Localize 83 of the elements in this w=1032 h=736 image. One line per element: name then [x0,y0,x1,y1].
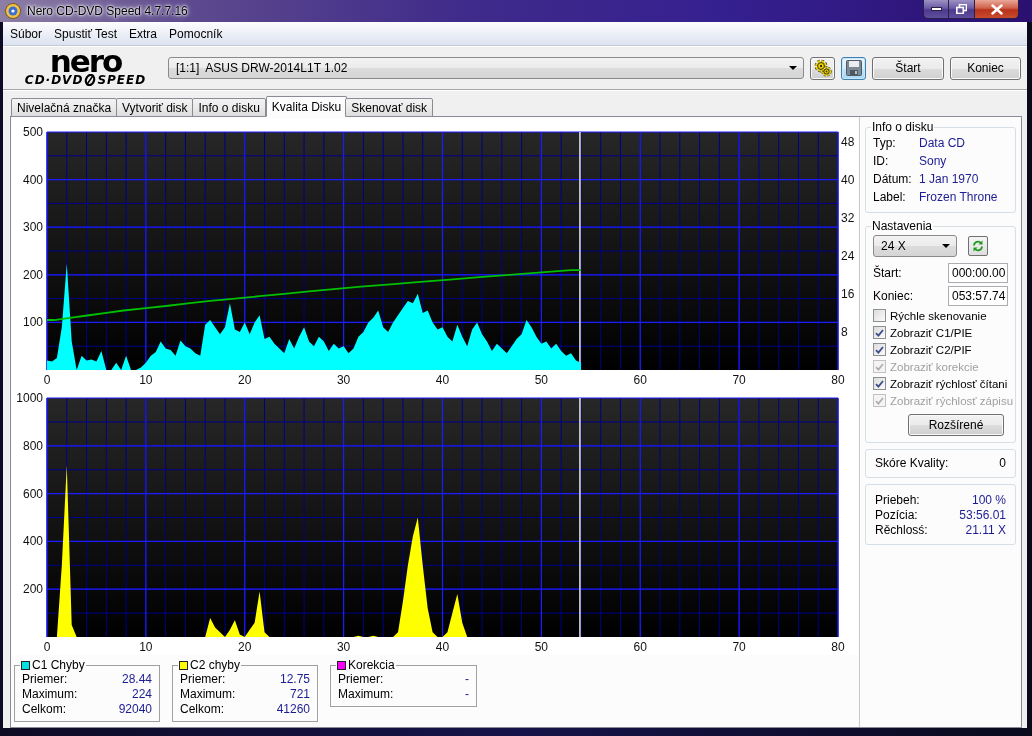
stat-value: 224 [131,687,152,702]
score-label: Skóre Kvality: [875,456,949,471]
axis-label: 70 [732,640,746,654]
progress-value: 100 % [970,493,1006,508]
stat-value: - [465,687,469,702]
checkbox-label: Zobraziť rýchlosť čítani [890,377,1008,390]
axis-label: 400 [22,534,43,549]
axis-label: 24 [841,248,855,263]
progress-value: 21.11 X [964,523,1006,538]
field-label: Koniec: [873,288,914,303]
checkbox-label: Zobraziť korekcie [890,360,979,373]
stat-value: 41260 [276,702,310,717]
axis-label: 80 [831,640,845,654]
axis-label: 20 [238,373,252,387]
progress-value: 53:56.01 [959,508,1006,523]
axis-label: 10 [139,373,153,387]
stat-value: 12.75 [279,672,310,687]
axis-label: 30 [336,373,351,387]
group-title: C2 chyby [190,658,241,672]
info-value: Sony [919,153,948,170]
axis-label: 500 [22,125,43,139]
stat-value: 721 [289,687,310,702]
axis-label: 300 [22,220,43,235]
axis-label: 40 [435,373,450,387]
axis-label: 40 [841,172,855,187]
axis-label: 0 [43,640,51,654]
axis-label: 32 [841,210,855,225]
axis-label: 200 [22,582,43,597]
stat-label: Maximum: [180,687,236,702]
stat-label: Priemer: [22,672,68,687]
axis-label: 60 [633,640,647,654]
axis-label: 1000 [16,391,43,405]
axis-label: 0 [43,373,51,387]
info-label: Dátum: [873,171,913,188]
axis-label: 10 [139,640,153,654]
group-title: Nastavenia [872,219,933,233]
axis-label: 50 [534,373,549,387]
axis-label: 600 [22,486,43,501]
axis-label: 50 [534,640,549,654]
stat-label: Priemer: [338,672,384,687]
axis-label: 20 [238,640,252,654]
axis-label: 8 [841,324,848,339]
axis-label: 16 [841,286,855,301]
stat-value: 92040 [118,702,152,717]
info-label: ID: [873,153,890,170]
logo-text: SPEED [97,72,147,87]
axis-label: 48 [841,134,855,149]
progress-label: Pozícia: [875,508,919,523]
axis-label: 40 [435,640,450,654]
stat-label: Celkom: [22,702,66,717]
checkbox-label: Zobraziť C1/PIE [890,326,973,339]
logo-wordmark: nero [49,49,122,72]
axis-label: 400 [22,172,43,187]
info-value: 1 Jan 1970 [919,171,980,188]
axis-label: 70 [732,373,746,387]
logo-text: CD·DVD [24,72,84,87]
stat-value: - [465,672,469,687]
stat-value: 28.44 [121,672,152,687]
axis-label: 200 [22,267,43,282]
stat-label: Maximum: [338,687,394,702]
axis-label: 30 [336,640,351,654]
info-value: Frozen Throne [919,189,999,206]
axis-label: 60 [633,373,647,387]
info-label: Label: [873,189,907,206]
progress-label: Priebeh: [875,493,921,508]
checkbox-label: Zobraziť rýchlosť zápisu [890,394,1014,407]
axis-label: 80 [831,373,845,387]
group-title: C1 Chyby [32,658,85,672]
stat-label: Priemer: [180,672,226,687]
score-value: 0 [999,456,1006,471]
group-title: Korekcia [348,658,395,672]
window-title: Nero CD-DVD Speed 4.7.7.16 [27,4,188,18]
stat-label: Celkom: [180,702,224,717]
axis-label: 100 [22,315,43,330]
group-title: Info o disku [872,120,934,134]
stat-label: Maximum: [22,687,78,702]
progress-label: Rěchlosś: [875,523,929,538]
info-label: Typ: [873,135,897,152]
axis-label: 800 [22,438,43,453]
info-value: Data CD [919,135,966,152]
field-label: Štart: [873,265,902,280]
checkbox-label: Rýchle skenovanie [890,309,987,322]
checkbox-label: Zobraziť C2/PIF [890,343,972,356]
